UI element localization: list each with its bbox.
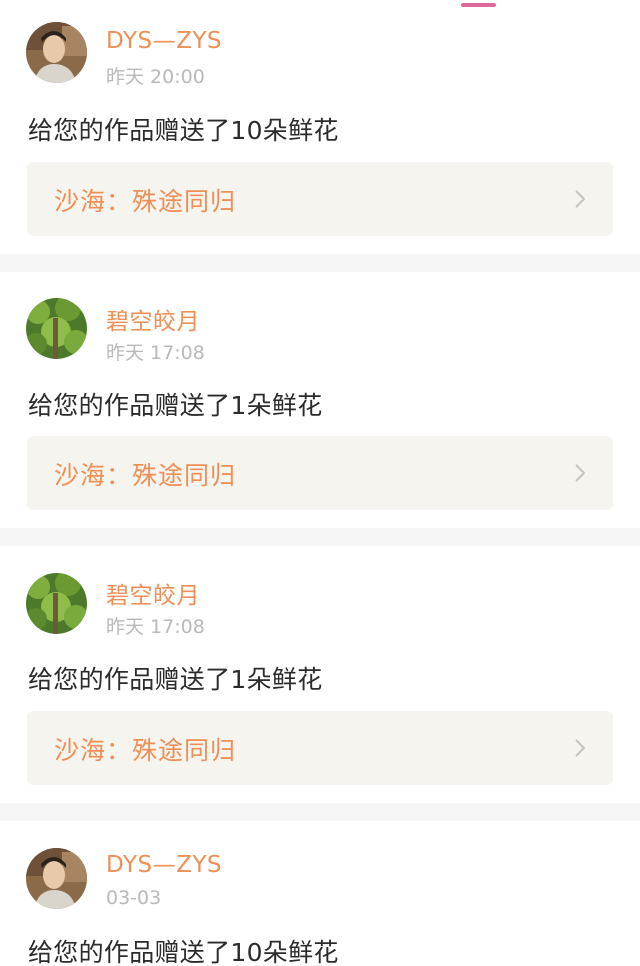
avatar[interactable] [26,22,87,83]
notification-page: DYS—ZYS 昨天 20:00 给您的作品赠送了10朵鲜花 沙海：殊途同归 碧… [0,0,640,966]
work-link[interactable]: 沙海：殊途同归 [27,711,613,785]
chevron-right-icon [573,188,587,210]
chevron-right-icon [573,462,587,484]
notification-card: 碧空皎月 昨天 17:08 给您的作品赠送了1朵鲜花 沙海：殊途同归 [0,272,640,528]
avatar[interactable] [26,573,87,634]
username[interactable]: DYS—ZYS [106,852,222,878]
notification-card: DYS—ZYS 昨天 20:00 给您的作品赠送了10朵鲜花 沙海：殊途同归 [0,0,640,254]
notification-card: 碧空皎月 昨天 17:08 给您的作品赠送了1朵鲜花 沙海：殊途同归 [0,546,640,803]
notification-message: 给您的作品赠送了1朵鲜花 [28,391,323,420]
active-tab-indicator [461,3,496,7]
avatar[interactable] [26,298,87,359]
notification-message: 给您的作品赠送了10朵鲜花 [28,938,339,966]
user-photo-man-icon [26,848,87,909]
notification-message: 给您的作品赠送了1朵鲜花 [28,665,323,694]
work-title: 沙海：殊途同归 [54,187,237,216]
chevron-right-icon [573,737,587,759]
work-title: 沙海：殊途同归 [54,461,237,490]
work-link[interactable]: 沙海：殊途同归 [27,162,613,236]
username[interactable]: 碧空皎月 [106,576,200,610]
notification-card: DYS—ZYS 03-03 给您的作品赠送了10朵鲜花 [0,821,640,966]
timestamp: 昨天 17:08 [106,342,205,364]
notification-message: 给您的作品赠送了10朵鲜花 [28,116,339,145]
user-photo-green-plants-icon [26,573,87,634]
avatar[interactable] [26,848,87,909]
timestamp: 昨天 17:08 [106,616,205,638]
timestamp: 昨天 20:00 [106,66,205,88]
timestamp: 03-03 [106,887,162,909]
work-title: 沙海：殊途同归 [54,736,237,765]
username[interactable]: 碧空皎月 [106,302,200,336]
username[interactable]: DYS—ZYS [106,28,222,54]
user-photo-man-icon [26,22,87,83]
user-photo-green-plants-icon [26,298,87,359]
work-link[interactable]: 沙海：殊途同归 [27,436,613,510]
